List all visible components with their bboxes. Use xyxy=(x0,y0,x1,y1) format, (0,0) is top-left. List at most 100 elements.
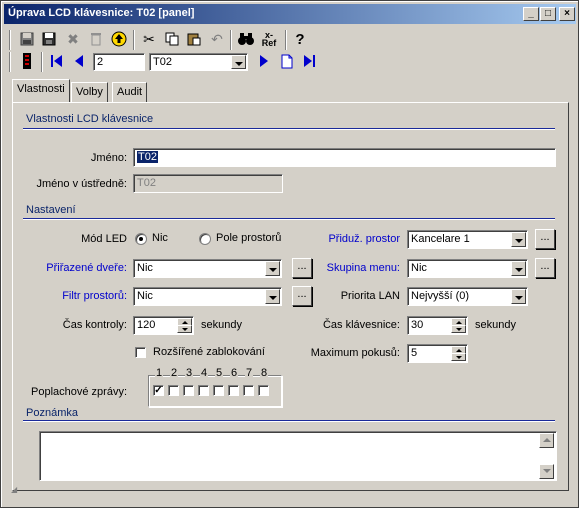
alarm-checkbox-4[interactable] xyxy=(198,385,209,396)
menu-group-browse-button[interactable]: ... xyxy=(535,258,555,278)
record-number-input[interactable]: 2 xyxy=(93,53,145,71)
record-select-value: T02 xyxy=(153,56,172,68)
area-filter-label[interactable]: Filtr prostorů: xyxy=(21,290,127,302)
tab-audit[interactable]: Audit xyxy=(112,82,148,102)
alarm-checkbox-6[interactable] xyxy=(228,385,239,396)
cut-icon[interactable]: ✂ xyxy=(139,29,159,49)
max-attempts-stepper[interactable]: 5 xyxy=(407,344,468,363)
chevron-down-icon[interactable] xyxy=(265,289,280,304)
central-name-label: Jméno v ústředně: xyxy=(36,178,128,190)
assigned-area-select[interactable]: Kancelare 1 xyxy=(407,230,528,249)
max-attempts-value: 5 xyxy=(411,347,418,359)
chevron-down-icon[interactable] xyxy=(231,55,246,69)
binoculars-icon[interactable] xyxy=(236,29,256,49)
check-time-unit: sekundy xyxy=(201,319,242,331)
toolbar-navigation: 2 T02 xyxy=(9,51,569,73)
save-close-icon[interactable] xyxy=(39,29,59,49)
toolbar-main: ✖ ✂ ↶ x- Ref ? xyxy=(9,29,569,51)
led-mode-none-radio[interactable] xyxy=(135,233,147,245)
maximize-button[interactable]: □ xyxy=(540,7,556,21)
section-title-settings: Nastavení xyxy=(26,204,76,216)
name-label: Jméno: xyxy=(90,152,127,164)
alarm-checkbox-2[interactable] xyxy=(168,385,179,396)
keypad-time-label: Čas klávesnice: xyxy=(322,319,400,331)
undo-icon[interactable]: ↶ xyxy=(207,29,227,49)
chevron-down-icon[interactable] xyxy=(511,232,526,247)
tab-properties[interactable]: Vlastnosti xyxy=(12,79,70,102)
spin-down-icon[interactable] xyxy=(177,325,192,333)
record-list-icon[interactable] xyxy=(17,51,37,71)
name-input[interactable]: T02 xyxy=(133,148,556,167)
alarm-number-1: 1 xyxy=(155,367,164,379)
name-value: T02 xyxy=(137,151,158,163)
alarm-number-7: 7 xyxy=(245,367,254,379)
assigned-area-browse-button[interactable]: ... xyxy=(535,229,555,249)
alarm-number-8: 8 xyxy=(260,367,269,379)
spin-down-icon[interactable] xyxy=(451,325,466,333)
save-icon[interactable] xyxy=(17,29,37,49)
scroll-down-icon[interactable] xyxy=(539,464,554,479)
alarm-checkbox-7[interactable] xyxy=(243,385,254,396)
alarm-number-2: 2 xyxy=(170,367,179,379)
note-textarea[interactable] xyxy=(39,431,557,481)
menu-group-select[interactable]: Nic xyxy=(407,259,528,278)
record-number-value: 2 xyxy=(97,56,104,68)
area-filter-select[interactable]: Nic xyxy=(133,287,282,306)
led-mode-areas-radio[interactable] xyxy=(199,233,211,245)
scroll-up-icon[interactable] xyxy=(539,433,554,448)
new-record-icon[interactable] xyxy=(277,51,297,71)
alarm-checkbox-8[interactable] xyxy=(258,385,269,396)
up-level-icon[interactable] xyxy=(109,29,129,49)
lan-priority-label: Priorita LAN xyxy=(340,290,400,302)
alarm-messages-label: Poplachové zprávy: xyxy=(31,386,127,398)
first-record-icon[interactable] xyxy=(47,51,67,71)
close-button[interactable]: × xyxy=(559,7,575,21)
toolbar-separator xyxy=(133,30,135,50)
assigned-area-label[interactable]: Přiduž. prostor xyxy=(301,233,400,245)
check-time-spin[interactable] xyxy=(177,318,192,333)
assigned-area-value: Kancelare 1 xyxy=(411,233,470,245)
extended-lock-checkbox[interactable] xyxy=(135,347,146,358)
alarm-checkbox-1[interactable]: ✓ xyxy=(153,385,164,396)
references-label: Ref xyxy=(261,38,277,48)
extended-lock-label[interactable]: Rozšířené zablokování xyxy=(153,346,265,358)
chevron-down-icon[interactable] xyxy=(511,261,526,276)
toolbar-grip xyxy=(9,30,11,50)
cancel-icon[interactable]: ✖ xyxy=(63,29,83,49)
spin-down-icon[interactable] xyxy=(451,353,466,361)
paste-icon[interactable] xyxy=(184,29,204,49)
menu-group-label[interactable]: Skupina menu: xyxy=(301,262,400,274)
keypad-time-spin[interactable] xyxy=(451,318,466,333)
check-time-label: Čas kontroly: xyxy=(62,319,127,331)
next-record-icon[interactable] xyxy=(254,51,274,71)
tab-options[interactable]: Volby xyxy=(71,82,108,102)
toolbar-grip xyxy=(9,52,11,72)
led-mode-none-label[interactable]: Nic xyxy=(152,232,168,244)
assigned-doors-value: Nic xyxy=(137,262,153,274)
menu-group-value: Nic xyxy=(411,262,427,274)
alarm-checkbox-3[interactable] xyxy=(183,385,194,396)
keypad-time-stepper[interactable]: 30 xyxy=(407,316,468,335)
alarm-checkbox-5[interactable] xyxy=(213,385,224,396)
minimize-button[interactable]: _ xyxy=(523,7,539,21)
delete-icon[interactable] xyxy=(86,29,106,49)
assigned-doors-label[interactable]: Přiřazené dveře: xyxy=(21,262,127,274)
help-icon[interactable]: ? xyxy=(290,29,310,49)
toolbar-separator xyxy=(41,52,43,72)
chevron-down-icon[interactable] xyxy=(265,261,280,276)
resize-grip-icon[interactable]: ◢ xyxy=(11,485,17,494)
assigned-doors-select[interactable]: Nic xyxy=(133,259,282,278)
title-bar[interactable]: Úprava LCD klávesnice: T02 [panel] _ □ × xyxy=(4,4,576,24)
record-select[interactable]: T02 xyxy=(149,53,248,71)
max-attempts-spin[interactable] xyxy=(451,346,466,361)
window-title: Úprava LCD klávesnice: T02 [panel] xyxy=(8,7,195,19)
references-icon[interactable]: x- Ref xyxy=(259,29,279,49)
section-divider xyxy=(23,218,555,220)
last-record-icon[interactable] xyxy=(299,51,319,71)
previous-record-icon[interactable] xyxy=(69,51,89,71)
led-mode-areas-label[interactable]: Pole prostorů xyxy=(216,232,281,244)
check-time-stepper[interactable]: 120 xyxy=(133,316,194,335)
chevron-down-icon[interactable] xyxy=(511,289,526,304)
copy-icon[interactable] xyxy=(162,29,182,49)
lan-priority-select[interactable]: Nejvyšší (0) xyxy=(407,287,528,306)
